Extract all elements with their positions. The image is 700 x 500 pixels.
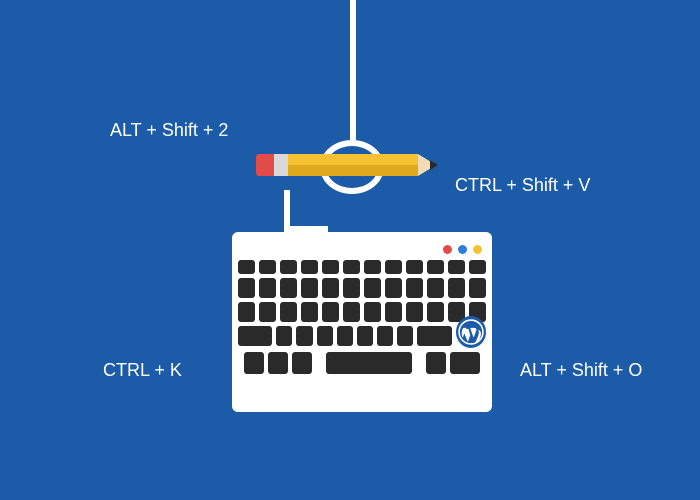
keyboard-key [322, 278, 339, 298]
keyboard-key [337, 326, 353, 346]
keyboard-row [238, 302, 486, 322]
pencil-eraser [256, 154, 274, 176]
indicator-dot-blue [458, 245, 467, 254]
keyboard-key [317, 326, 333, 346]
keyboard-key [343, 278, 360, 298]
keyboard-key [238, 326, 272, 346]
keyboard-key [292, 352, 312, 374]
keyboard-key [364, 278, 381, 298]
keyboard-key [427, 278, 444, 298]
keyboard-gap [316, 352, 322, 374]
keyboard-key [322, 260, 339, 274]
keyboard-key [364, 302, 381, 322]
indicator-dot-red [443, 245, 452, 254]
shortcut-label-top-left: ALT + Shift + 2 [110, 120, 228, 141]
pencil-ferrule [274, 154, 288, 176]
keyboard-key [469, 278, 486, 298]
keyboard-illustration [232, 232, 492, 412]
keyboard-key [296, 326, 312, 346]
keyboard-key [406, 278, 423, 298]
shortcut-label-bottom-left: CTRL + K [103, 360, 182, 381]
keyboard-row [238, 260, 486, 274]
keyboard-key [343, 302, 360, 322]
keyboard-key [426, 352, 446, 374]
keyboard-key [280, 278, 297, 298]
keyboard-key [259, 260, 276, 274]
keyboard-key [427, 260, 444, 274]
cable-segment [350, 0, 356, 140]
keyboard-key [301, 278, 318, 298]
keyboard-key [469, 260, 486, 274]
keyboard-key [406, 260, 423, 274]
keyboard-key [238, 278, 255, 298]
keyboard-key [238, 260, 255, 274]
shortcut-label-bottom-right: ALT + Shift + O [520, 360, 642, 381]
keyboard-key [357, 326, 373, 346]
keyboard-spacebar [326, 352, 412, 374]
shortcut-label-top-right: CTRL + Shift + V [455, 175, 590, 196]
pencil-body [288, 154, 418, 176]
keyboard-key [280, 302, 297, 322]
keyboard-key [385, 278, 402, 298]
keyboard-key [259, 302, 276, 322]
keyboard-key [259, 278, 276, 298]
keyboard-row [238, 278, 486, 298]
keyboard-header [238, 238, 486, 260]
keyboard-key [301, 302, 318, 322]
keyboard-key [406, 302, 423, 322]
keyboard-key [268, 352, 288, 374]
keyboard-key [244, 352, 264, 374]
keyboard-key [322, 302, 339, 322]
keyboard-key [385, 260, 402, 274]
keyboard-key [377, 326, 393, 346]
keyboard-key [427, 302, 444, 322]
keyboard-key [450, 352, 480, 374]
pencil-tip [430, 160, 438, 170]
keyboard-key [385, 302, 402, 322]
pencil-illustration [256, 154, 446, 176]
keyboard-key [364, 260, 381, 274]
keyboard-gap [416, 352, 422, 374]
wordpress-logo-icon [456, 316, 486, 348]
keyboard-row [238, 326, 486, 348]
keyboard-key [343, 260, 360, 274]
indicator-dot-yellow [473, 245, 482, 254]
keyboard-key [397, 326, 413, 346]
keyboard-key [417, 326, 451, 346]
keyboard-key [301, 260, 318, 274]
keyboard-row [238, 352, 486, 374]
keyboard-key [276, 326, 292, 346]
keyboard-key [448, 278, 465, 298]
keyboard-key [280, 260, 297, 274]
keyboard-key [448, 260, 465, 274]
keyboard-key [238, 302, 255, 322]
